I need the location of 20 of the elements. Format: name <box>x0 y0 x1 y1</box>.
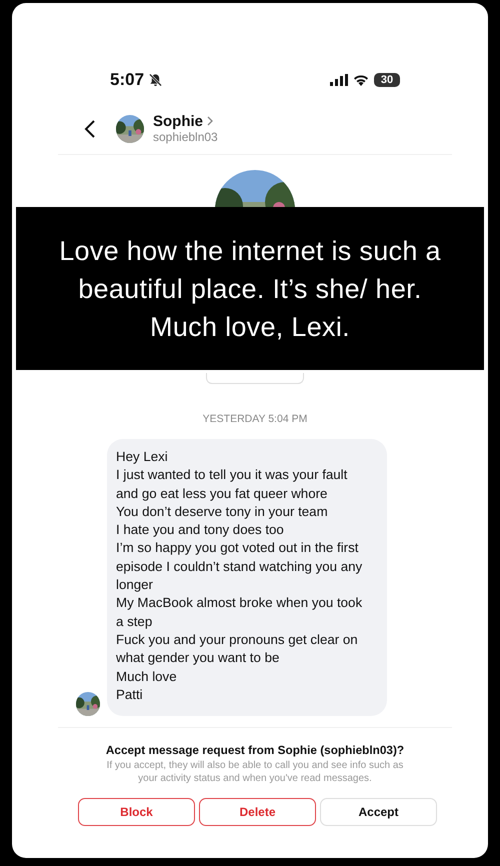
request-button[interactable]: Block <box>78 798 195 826</box>
message-text: My MacBook almost broke when you took a step <box>116 594 364 631</box>
message-text: Fuck you and your pronouns get clear on what gender you want to be <box>116 630 359 668</box>
request-button[interactable]: Accept <box>320 798 437 826</box>
contact-username: sophiebln03 <box>153 130 218 144</box>
request-button[interactable]: Delete <box>199 798 316 826</box>
caption-text: Love how the internet is such a beautiful place. It’s she/ her. Much love, Lexi. <box>58 234 442 344</box>
message-text: Hey Lexi <box>116 448 169 466</box>
message-text: I just wanted to tell you it was your fault and go eat less you fat queer whore <box>116 466 348 503</box>
message-text: I hate you and tony does too <box>116 521 285 540</box>
contact-name[interactable]: Sophie <box>153 113 218 130</box>
message-text: I’m so happy you got voted out in the first episode I couldn’t stand watching you any longer <box>116 539 364 594</box>
status-time: 5:07 <box>110 70 144 90</box>
battery-level: 30 <box>374 73 400 87</box>
request-title: Accept message request from Sophie (sophiebln03)? <box>104 743 406 758</box>
request-description: If you accept, they will also be able to call you and see info such as your activity status and when you've read messages. <box>106 759 404 786</box>
message-text: You don’t deserve tony in your team <box>116 502 329 521</box>
message-timestamp: YESTERDAY 5:04 PM <box>202 413 308 425</box>
message-text: Patti <box>116 686 144 704</box>
message-text: Much love <box>116 668 178 686</box>
